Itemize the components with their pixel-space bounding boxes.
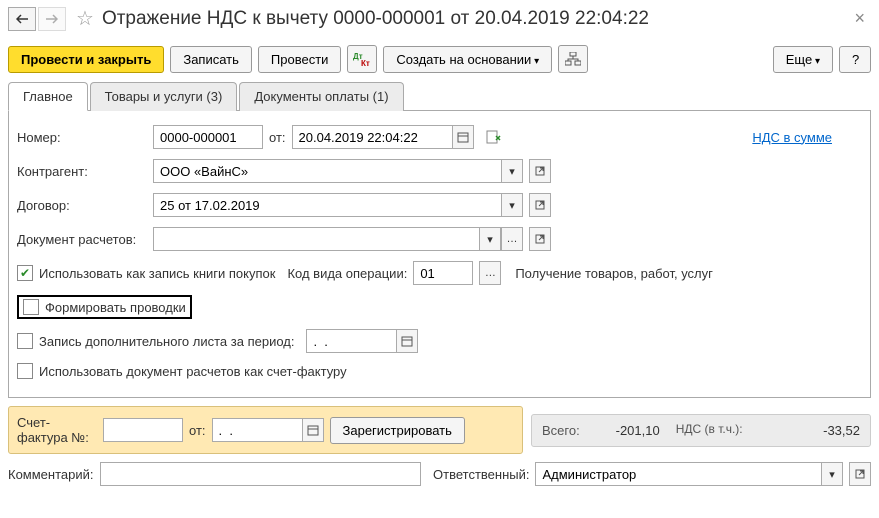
create-based-button[interactable]: Создать на основании (383, 46, 552, 73)
counterparty-dropdown[interactable]: ▾ (501, 159, 523, 183)
page-title: Отражение НДС к вычету 0000-000001 от 20… (102, 8, 849, 30)
responsible-label: Ответственный: (433, 467, 529, 482)
invoice-calendar[interactable] (302, 418, 324, 442)
calendar-icon (307, 424, 319, 436)
additional-sheet-calendar[interactable] (396, 329, 418, 353)
contract-open[interactable] (529, 193, 551, 217)
doc-status-icon (486, 130, 502, 144)
responsible-input[interactable] (535, 462, 821, 486)
op-code-label: Код вида операции: (287, 266, 407, 281)
open-icon (535, 166, 545, 176)
favorite-star-icon[interactable]: ☆ (76, 6, 94, 31)
contract-dropdown[interactable]: ▾ (501, 193, 523, 217)
open-icon (855, 469, 865, 479)
arrow-left-icon (16, 14, 28, 24)
number-label: Номер: (17, 130, 147, 145)
tab-payments[interactable]: Документы оплаты (1) (239, 82, 403, 111)
dt-kt-icon: ДтКт (353, 51, 371, 67)
nav-back-button[interactable] (8, 7, 36, 31)
contract-label: Договор: (17, 198, 147, 213)
calendar-button[interactable] (452, 125, 474, 149)
additional-sheet-label: Запись дополнительного листа за период: (39, 334, 294, 349)
save-button[interactable]: Записать (170, 46, 252, 73)
counterparty-label: Контрагент: (17, 164, 147, 179)
total-value: -201,10 (600, 423, 660, 438)
comment-label: Комментарий: (8, 467, 94, 482)
date-input[interactable] (292, 125, 452, 149)
use-settlement-as-invoice-checkbox[interactable] (17, 363, 33, 379)
structure-icon (565, 52, 581, 66)
more-button[interactable]: Еще (773, 46, 833, 73)
dt-kt-button[interactable]: ДтКт (347, 45, 377, 73)
contract-input[interactable] (153, 193, 501, 217)
use-settlement-as-invoice-label: Использовать документ расчетов как счет-… (39, 364, 347, 379)
svg-text:Кт: Кт (361, 59, 370, 67)
invoice-from-label: от: (189, 423, 206, 438)
form-entries-highlight: Формировать проводки (17, 295, 192, 319)
post-and-close-button[interactable]: Провести и закрыть (8, 46, 164, 73)
invoice-date-input[interactable] (212, 418, 302, 442)
close-button[interactable]: × (848, 8, 871, 29)
tab-main[interactable]: Главное (8, 82, 88, 111)
total-label: Всего: (542, 423, 580, 438)
form-entries-checkbox[interactable] (23, 299, 39, 315)
number-input[interactable] (153, 125, 263, 149)
use-purchase-book-checkbox[interactable] (17, 265, 33, 281)
calendar-icon (401, 335, 413, 347)
settlement-open[interactable] (529, 227, 551, 251)
open-icon (535, 200, 545, 210)
invoice-label: Счет-фактура №: (17, 415, 97, 445)
vat-sum-link[interactable]: НДС в сумме (752, 130, 832, 145)
responsible-dropdown[interactable]: ▾ (821, 462, 843, 486)
counterparty-open[interactable] (529, 159, 551, 183)
op-desc: Получение товаров, работ, услуг (515, 266, 713, 281)
vat-label: НДС (в т.ч.): (676, 423, 743, 436)
calendar-icon (457, 131, 469, 143)
register-invoice-button[interactable]: Зарегистрировать (330, 417, 465, 444)
help-button[interactable]: ? (839, 46, 871, 73)
additional-sheet-checkbox[interactable] (17, 333, 33, 349)
settlement-more[interactable]: … (501, 227, 523, 251)
op-code-input[interactable] (413, 261, 473, 285)
settlement-dropdown[interactable]: ▾ (479, 227, 501, 251)
counterparty-input[interactable] (153, 159, 501, 183)
post-button[interactable]: Провести (258, 46, 342, 73)
op-code-select[interactable]: … (479, 261, 501, 285)
form-entries-label: Формировать проводки (45, 300, 186, 315)
settlement-doc-label: Документ расчетов: (17, 232, 147, 247)
invoice-number-input[interactable] (103, 418, 183, 442)
tab-goods[interactable]: Товары и услуги (3) (90, 82, 238, 111)
additional-sheet-date[interactable] (306, 329, 396, 353)
comment-input[interactable] (100, 462, 422, 486)
arrow-right-icon (46, 14, 58, 24)
open-icon (535, 234, 545, 244)
nav-forward-button[interactable] (38, 7, 66, 31)
vat-value: -33,52 (800, 423, 860, 438)
use-purchase-book-label: Использовать как запись книги покупок (39, 266, 275, 281)
structure-button[interactable] (558, 45, 588, 73)
responsible-open[interactable] (849, 462, 871, 486)
settlement-doc-input[interactable] (153, 227, 479, 251)
from-label: от: (269, 130, 286, 145)
